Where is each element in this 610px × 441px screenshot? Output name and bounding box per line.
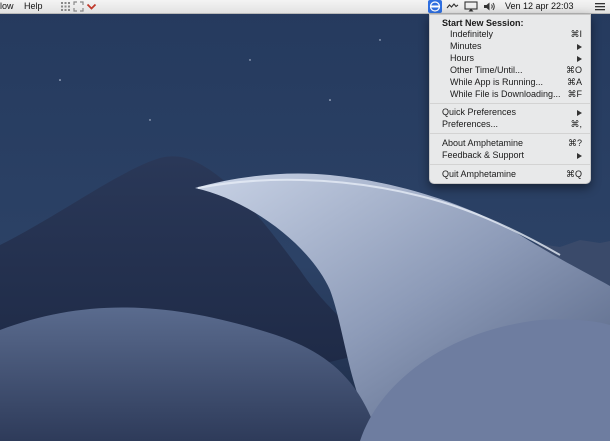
menu-item-about[interactable]: About Amphetamine ⌘? bbox=[430, 138, 590, 149]
menu-item-preferences[interactable]: Preferences... ⌘, bbox=[430, 119, 590, 130]
amphetamine-icon[interactable] bbox=[428, 0, 442, 13]
menu-item-indefinitely[interactable]: Indefinitely ⌘I bbox=[430, 29, 590, 40]
menu-header-start-session: Start New Session: bbox=[442, 18, 524, 28]
menu-item-feedback-support[interactable]: Feedback & Support bbox=[430, 150, 590, 161]
volume-icon[interactable] bbox=[483, 1, 496, 12]
menubar-clock[interactable]: Ven 12 apr 22:03 bbox=[505, 0, 574, 13]
submenu-arrow-icon bbox=[577, 110, 582, 116]
menu-bar: low Help Ven 12 apr 22:03 bbox=[0, 0, 610, 14]
menu-separator bbox=[430, 103, 590, 104]
list-icon[interactable] bbox=[594, 1, 606, 12]
menu-item-minutes[interactable]: Minutes bbox=[430, 41, 590, 52]
menu-window[interactable]: low bbox=[0, 0, 14, 13]
expand-icon[interactable] bbox=[73, 1, 84, 12]
grid-icon[interactable] bbox=[60, 1, 71, 12]
submenu-arrow-icon bbox=[577, 153, 582, 159]
display-icon[interactable] bbox=[464, 1, 478, 12]
menu-separator bbox=[430, 164, 590, 165]
amphetamine-dropdown-menu: Start New Session: Indefinitely ⌘I Minut… bbox=[429, 14, 591, 184]
menu-separator bbox=[430, 133, 590, 134]
menu-item-other-time[interactable]: Other Time/Until... ⌘O bbox=[430, 65, 590, 76]
submenu-arrow-icon bbox=[577, 56, 582, 62]
menu-item-quick-preferences[interactable]: Quick Preferences bbox=[430, 107, 590, 118]
menu-item-while-file-downloading[interactable]: While File is Downloading... ⌘F bbox=[430, 89, 590, 100]
menu-help[interactable]: Help bbox=[24, 0, 43, 13]
submenu-arrow-icon bbox=[577, 44, 582, 50]
menu-item-quit[interactable]: Quit Amphetamine ⌘Q bbox=[430, 169, 590, 180]
activity-icon[interactable] bbox=[446, 1, 459, 12]
chevron-down-icon[interactable] bbox=[86, 1, 97, 12]
menu-item-hours[interactable]: Hours bbox=[430, 53, 590, 64]
menu-item-while-app-running[interactable]: While App is Running... ⌘A bbox=[430, 77, 590, 88]
